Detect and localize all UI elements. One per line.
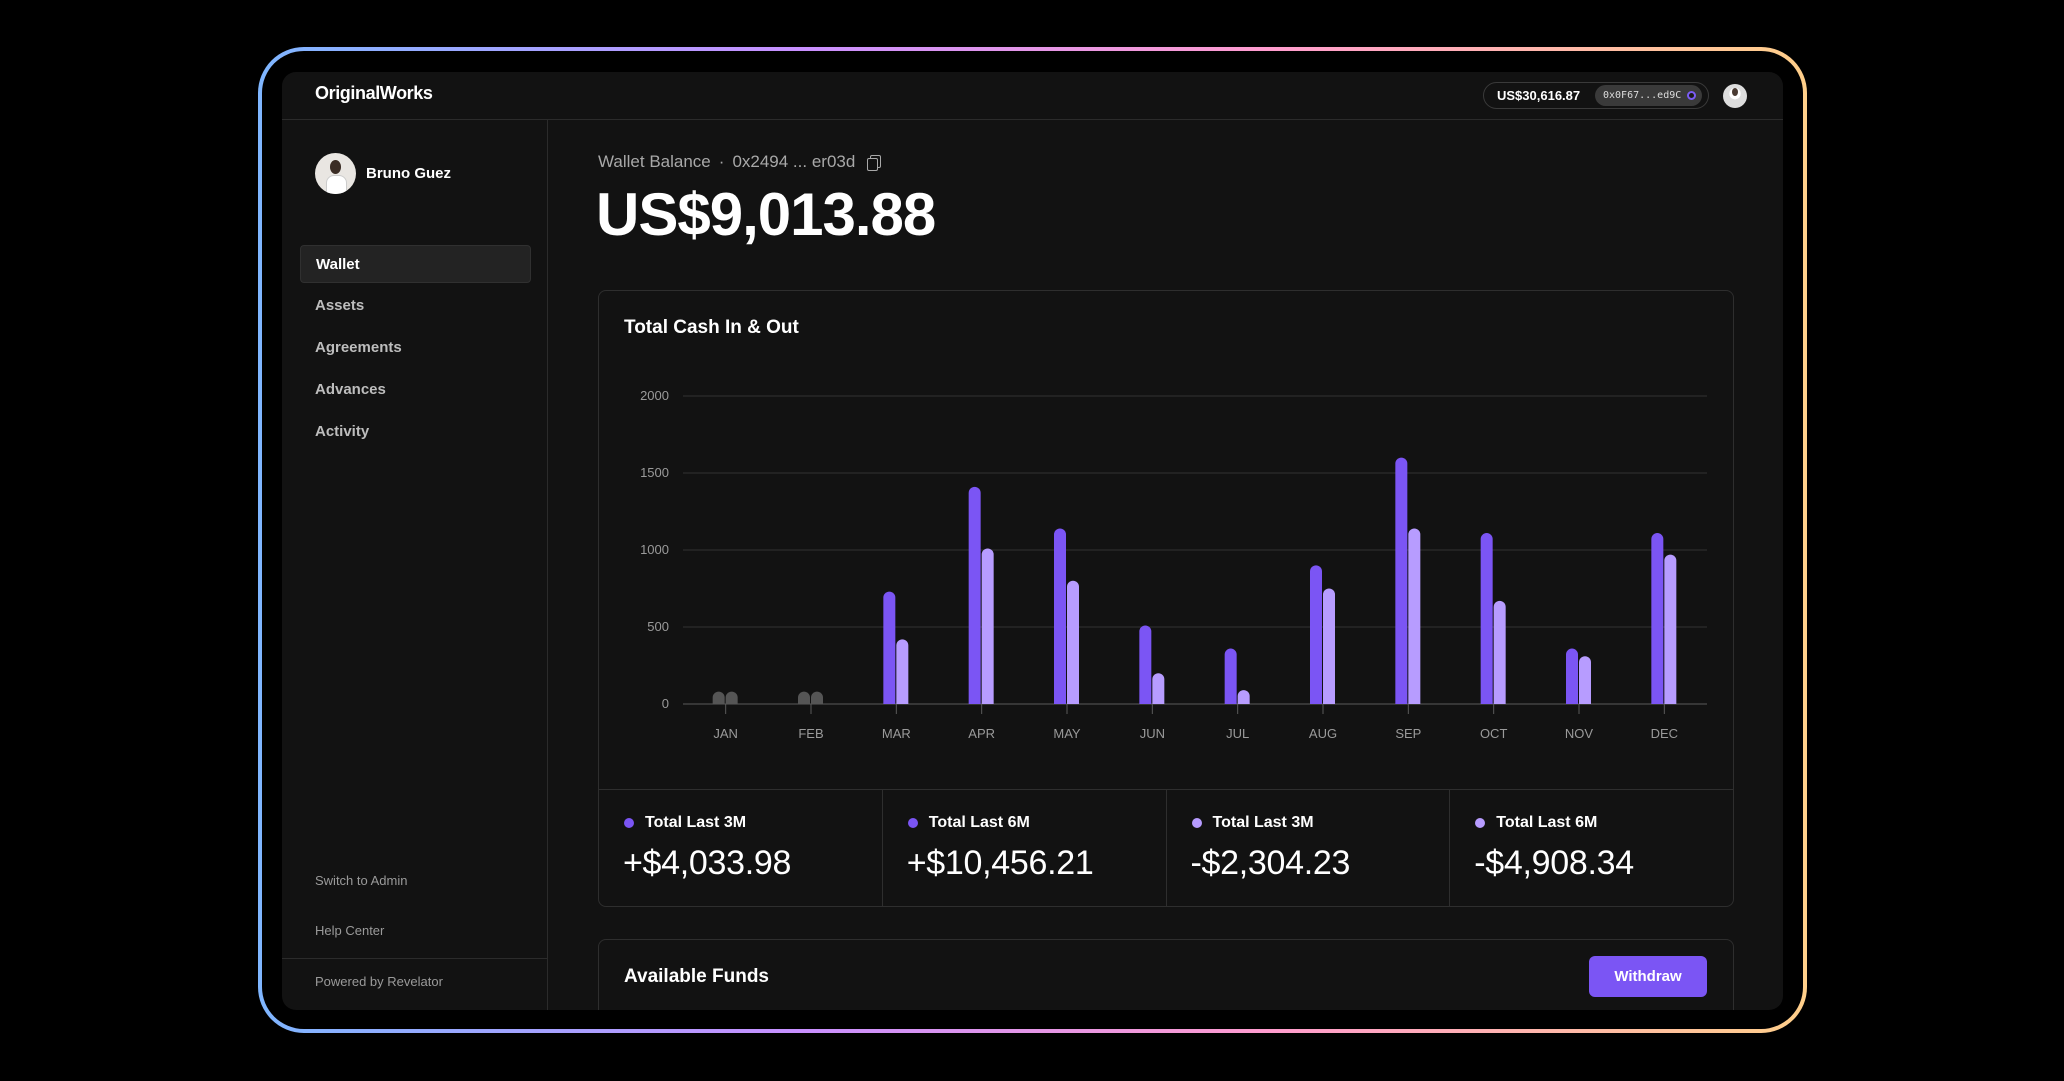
help-center-link[interactable]: Help Center <box>315 923 384 938</box>
available-funds-card: Available Funds Withdraw <box>598 939 1734 1010</box>
wallet-pill[interactable]: US$30,616.87 0x0F67...ed9C <box>1483 82 1709 109</box>
legend-dot <box>1191 818 1202 828</box>
stat-value: +$10,456.21 <box>906 844 1094 882</box>
bar <box>1139 625 1152 704</box>
x-tick-label: JUL <box>1226 726 1249 741</box>
bar <box>1067 580 1079 704</box>
bar <box>1054 528 1066 704</box>
bar <box>1323 588 1335 704</box>
x-tick-label: MAY <box>1053 726 1081 741</box>
stat-label: Total Last 3M <box>645 814 747 831</box>
x-tick-label: DEC <box>1651 726 1678 741</box>
y-tick-label: 2000 <box>640 388 669 403</box>
stat-label: Total Last 6M <box>928 814 1030 831</box>
chart-title: Total Cash In & Out <box>624 317 799 338</box>
funds-title: Available Funds <box>624 966 769 987</box>
sidebar: Bruno Guez Wallet Assets Agreements Adva… <box>282 120 548 1010</box>
cash-chart: 0 500 1000 1500 2000 JAN FEB MAR APR MAY JUN JUL AUG… <box>640 388 1707 741</box>
x-tick-label: MAR <box>882 726 911 741</box>
wallet-balance-header: Wallet Balance · 0x2494 ... er03d <box>598 152 882 172</box>
user-profile[interactable]: Bruno Guez <box>315 153 451 194</box>
bar <box>1237 690 1250 704</box>
top-bar: OriginalWorks US$30,616.87 0x0F67...ed9C <box>282 72 1783 120</box>
x-tick-label: FEB <box>798 726 823 741</box>
bar <box>896 639 909 704</box>
wallet-address: 0x0F67...ed9C <box>1603 90 1682 101</box>
y-tick-label: 1000 <box>640 542 669 557</box>
stat-cell: Total Last 6M +$10,456.21 <box>883 790 1167 906</box>
bar <box>1480 533 1493 704</box>
balance-amount: US$9,013.88 <box>596 181 936 248</box>
stat-cell: Total Last 3M -$2,304.23 <box>1167 790 1451 906</box>
switch-to-admin-link[interactable]: Switch to Admin <box>315 873 408 888</box>
bar <box>1224 648 1237 704</box>
sidebar-item-agreements[interactable]: Agreements <box>300 329 531 367</box>
bar <box>968 486 981 704</box>
wallet-status-icon <box>1687 91 1697 100</box>
x-tick-label: APR <box>968 726 995 741</box>
bar <box>712 691 725 704</box>
bar <box>1579 656 1591 704</box>
bar <box>1493 600 1506 704</box>
balance-label: Wallet Balance <box>598 152 711 171</box>
stat-label: Total Last 3M <box>1212 814 1314 831</box>
stat-value: -$4,908.34 <box>1474 844 1634 882</box>
sidebar-nav: Wallet Assets Agreements Advances Activi… <box>300 245 531 455</box>
stat-value: -$2,304.23 <box>1190 844 1351 882</box>
cash-chart-card: 0 500 1000 1500 2000 JAN FEB MAR APR MAY JUN JUL AUG… <box>598 290 1734 907</box>
sidebar-item-wallet[interactable]: Wallet <box>300 245 531 283</box>
avatar <box>315 153 356 194</box>
y-tick-label: 500 <box>647 619 669 634</box>
bar <box>883 591 896 704</box>
x-tick-label: SEP <box>1395 726 1421 741</box>
stat-cell: Total Last 3M +$4,033.98 <box>599 790 883 906</box>
sidebar-item-advances[interactable]: Advances <box>300 371 531 409</box>
bar <box>1651 533 1664 704</box>
wallet-total: US$30,616.87 <box>1497 88 1581 103</box>
bar <box>1395 457 1408 704</box>
y-tick-label: 1500 <box>640 465 669 480</box>
user-name: Bruno Guez <box>366 165 451 182</box>
x-tick-label: AUG <box>1309 726 1337 741</box>
balance-address: 0x2494 ... er03d <box>732 152 856 171</box>
bar <box>798 691 810 704</box>
legend-dot <box>907 818 918 828</box>
stats-row: Total Last 3M +$4,033.98 Total Last 6M +… <box>599 789 1733 906</box>
legend-dot <box>624 818 634 828</box>
stat-label: Total Last 6M <box>1496 814 1598 831</box>
app-logo[interactable]: OriginalWorks <box>315 83 433 104</box>
user-avatar-button[interactable] <box>1723 84 1747 108</box>
x-tick-label: OCT <box>1480 726 1508 741</box>
bar <box>981 548 994 704</box>
bar <box>725 691 738 704</box>
stat-value: +$4,033.98 <box>623 844 792 882</box>
separator-dot: · <box>718 152 725 171</box>
app-window: OriginalWorks US$30,616.87 0x0F67...ed9C… <box>282 72 1783 1010</box>
main-content: Wallet Balance · 0x2494 ... er03d US$9,0… <box>548 120 1783 1010</box>
x-tick-label: NOV <box>1565 726 1594 741</box>
stat-cell: Total Last 6M -$4,908.34 <box>1450 790 1733 906</box>
sidebar-item-activity[interactable]: Activity <box>300 413 531 451</box>
x-tick-label: JAN <box>713 726 738 741</box>
sidebar-item-assets[interactable]: Assets <box>300 287 531 325</box>
copy-icon[interactable] <box>867 155 882 171</box>
bar <box>1408 528 1421 704</box>
y-tick-label: 0 <box>662 696 669 711</box>
bar <box>811 691 823 704</box>
bar <box>1664 554 1677 704</box>
x-tick-label: JUN <box>1140 726 1165 741</box>
sidebar-divider <box>282 958 548 959</box>
bar <box>1566 648 1578 704</box>
withdraw-button[interactable]: Withdraw <box>1589 956 1707 997</box>
legend-dot <box>1475 818 1486 828</box>
bar <box>1310 565 1322 704</box>
wallet-address-chip[interactable]: 0x0F67...ed9C <box>1595 85 1703 106</box>
powered-by-text: Powered by Revelator <box>315 974 443 989</box>
